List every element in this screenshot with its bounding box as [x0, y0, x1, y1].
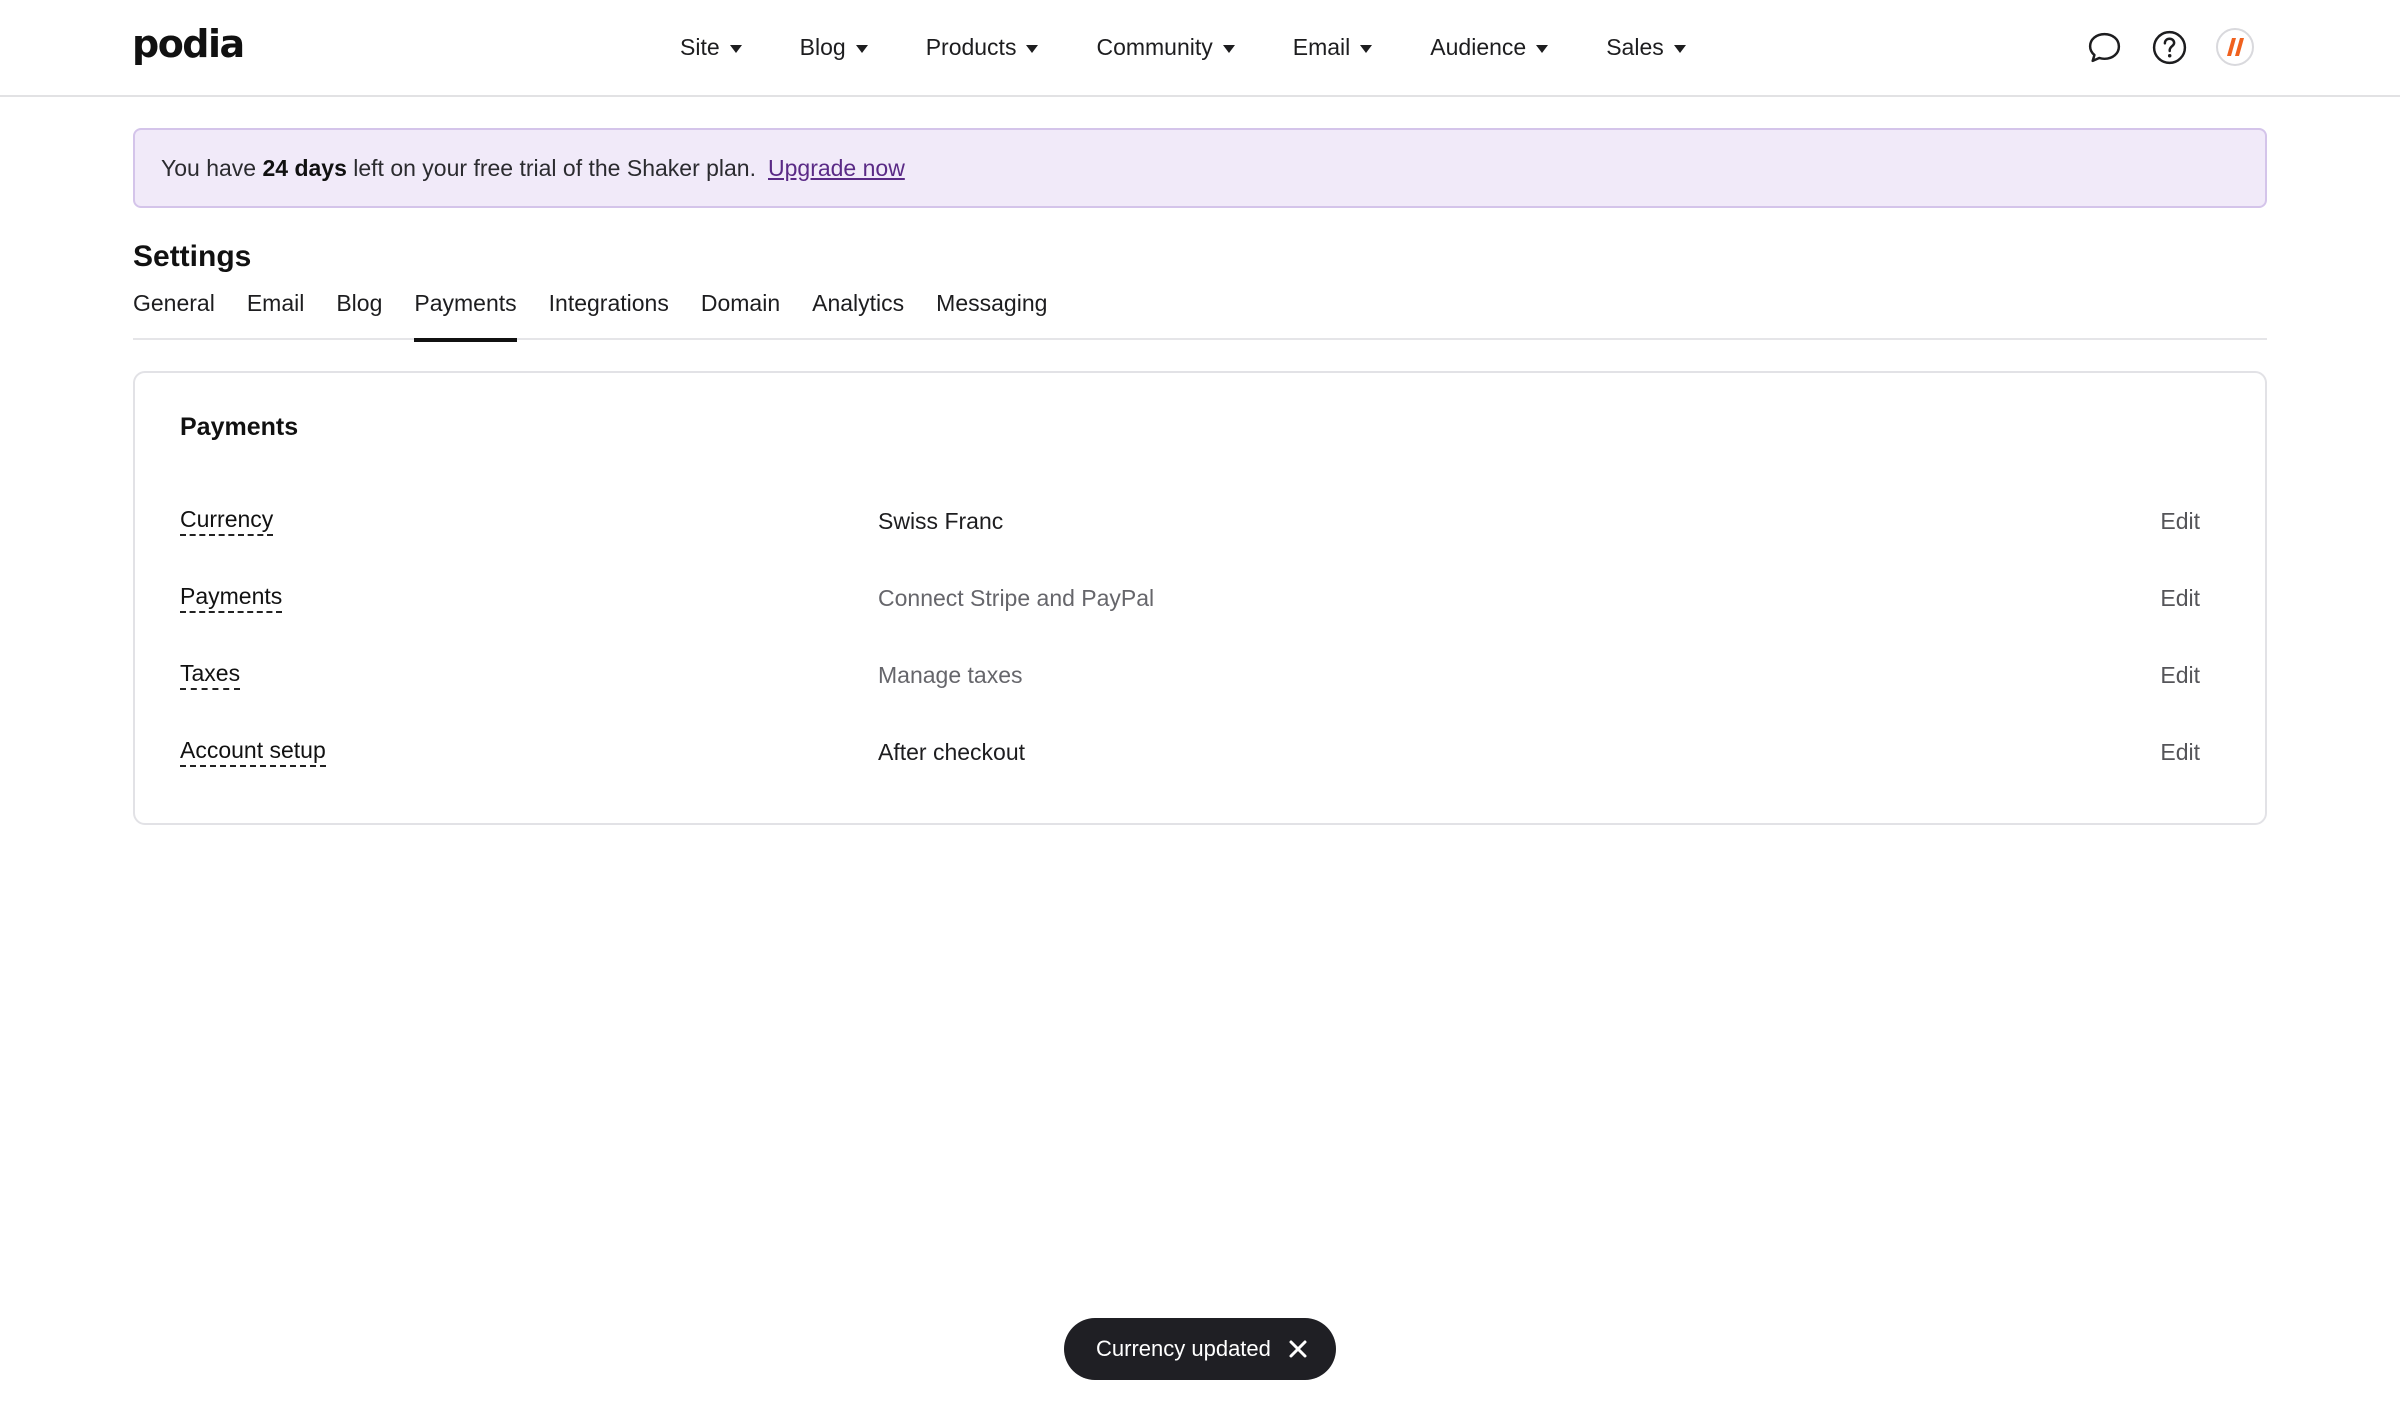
edit-currency-button[interactable]: Edit: [2160, 506, 2200, 536]
caret-down-icon: [855, 44, 868, 53]
banner-text-suffix: left on your free trial of the Shaker pl…: [353, 154, 756, 181]
tab-integrations[interactable]: Integrations: [549, 286, 669, 340]
toast-notification: Currency updated: [1064, 1318, 1336, 1380]
podia-logo[interactable]: podia: [132, 22, 245, 66]
tab-domain[interactable]: Domain: [701, 286, 780, 340]
row-label-account-setup[interactable]: Account setup: [180, 735, 326, 767]
row-label-taxes[interactable]: Taxes: [180, 658, 241, 690]
caret-down-icon: [1222, 44, 1235, 53]
upgrade-now-link[interactable]: Upgrade now: [768, 155, 905, 182]
nav-menu-label: Audience: [1430, 34, 1527, 60]
edit-taxes-button[interactable]: Edit: [2160, 660, 2200, 690]
caret-down-icon: [1360, 44, 1373, 53]
close-icon[interactable]: [1286, 1337, 1310, 1361]
nav-menu-label: Sales: [1606, 34, 1664, 60]
toast-message: Currency updated: [1096, 1336, 1271, 1361]
caret-down-icon: [1026, 44, 1039, 53]
row-label-currency[interactable]: Currency: [180, 504, 274, 536]
nav-menu-label: Community: [1096, 34, 1213, 60]
nav-menu-label: Email: [1292, 34, 1351, 60]
row-value-currency: Swiss Franc: [878, 508, 1004, 534]
tab-payments[interactable]: Payments: [414, 286, 517, 342]
top-navigation: podia Site Blog Products Community Email…: [0, 0, 2400, 97]
page-title: Settings: [133, 240, 252, 273]
row-value-taxes: Manage taxes: [878, 662, 1023, 688]
tab-email[interactable]: Email: [247, 286, 305, 340]
caret-down-icon: [1536, 44, 1549, 53]
tab-analytics[interactable]: Analytics: [812, 286, 904, 340]
card-title: Payments: [180, 413, 299, 441]
settings-row-currency: Currency Swiss Franc Edit: [180, 504, 2200, 544]
avatar[interactable]: [2216, 28, 2254, 66]
tab-messaging[interactable]: Messaging: [936, 286, 1047, 340]
nav-menu-blog[interactable]: Blog: [800, 34, 868, 61]
nav-menu-label: Blog: [799, 34, 846, 60]
row-value-payments: Connect Stripe and PayPal: [878, 585, 1155, 611]
edit-account-setup-button[interactable]: Edit: [2160, 737, 2200, 767]
edit-payments-button[interactable]: Edit: [2160, 583, 2200, 613]
banner-days: 24 days: [262, 154, 347, 181]
nav-menu-label: Site: [680, 34, 720, 60]
nav-menu-label: Products: [925, 34, 1017, 60]
nav-icon-group: [2086, 28, 2254, 66]
nav-menu-products[interactable]: Products: [926, 34, 1039, 61]
nav-menu-sales[interactable]: Sales: [1606, 34, 1686, 61]
nav-menu-email[interactable]: Email: [1293, 34, 1373, 61]
settings-tabs: General Email Blog Payments Integrations…: [133, 286, 2267, 342]
row-value-account-setup: After checkout: [878, 739, 1026, 765]
nav-menu-community[interactable]: Community: [1096, 34, 1235, 61]
settings-row-payments: Payments Connect Stripe and PayPal Edit: [180, 581, 2200, 621]
nav-menu-audience[interactable]: Audience: [1430, 34, 1549, 61]
avatar-logo-icon: [2227, 38, 2244, 56]
caret-down-icon: [1673, 44, 1686, 53]
settings-row-taxes: Taxes Manage taxes Edit: [180, 658, 2200, 698]
nav-menu-site[interactable]: Site: [680, 34, 742, 61]
trial-banner: You have 24 days left on your free trial…: [133, 128, 2267, 208]
row-label-payments[interactable]: Payments: [180, 581, 283, 613]
chat-icon[interactable]: [2086, 29, 2123, 66]
payments-card: Payments Currency Swiss Franc Edit Payme…: [133, 371, 2267, 825]
settings-row-account-setup: Account setup After checkout Edit: [180, 735, 2200, 775]
caret-down-icon: [729, 44, 742, 53]
tab-blog[interactable]: Blog: [336, 286, 382, 340]
help-icon[interactable]: [2151, 29, 2188, 66]
banner-text-prefix: You have: [161, 154, 257, 181]
tab-general[interactable]: General: [133, 286, 215, 340]
main-menu: Site Blog Products Community Email Audie…: [680, 0, 1744, 95]
